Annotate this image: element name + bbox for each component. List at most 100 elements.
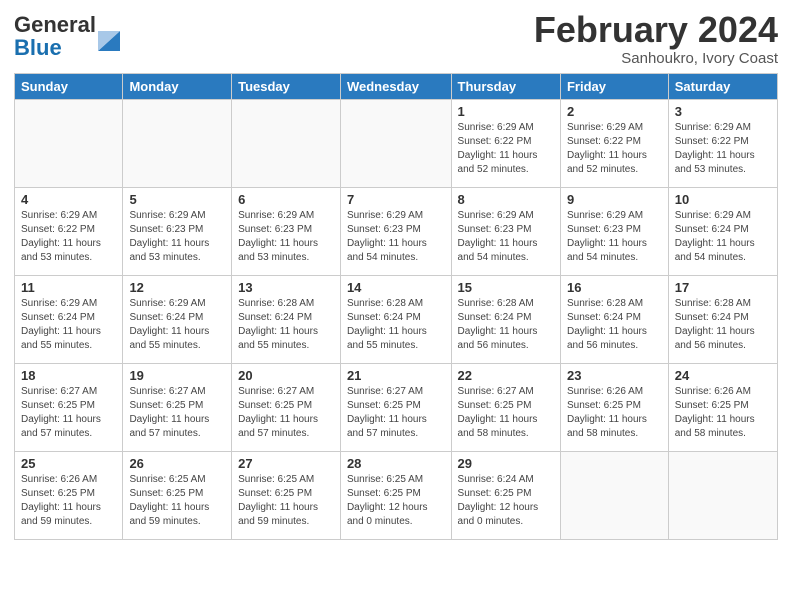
week-row-1: 1 Sunrise: 6:29 AM Sunset: 6:22 PM Daylig…: [15, 99, 778, 187]
day-info: Sunrise: 6:29 AM Sunset: 6:22 PM Dayligh…: [567, 121, 662, 177]
day-number: 17: [675, 280, 771, 295]
day-info: Sunrise: 6:27 AM Sunset: 6:25 PM Dayligh…: [21, 385, 116, 441]
day-info: Sunrise: 6:29 AM Sunset: 6:22 PM Dayligh…: [458, 121, 554, 177]
dow-header-monday: Monday: [123, 73, 232, 99]
calendar-cell: 12 Sunrise: 6:29 AM Sunset: 6:24 PM Dayli…: [123, 275, 232, 363]
day-number: 21: [347, 368, 445, 383]
calendar-cell: 10Sunrise: 6:29 AM Sunset: 6:24 PM Dayli…: [668, 187, 777, 275]
week-row-4: 18 Sunrise: 6:27 AM Sunset: 6:25 PM Dayli…: [15, 363, 778, 451]
calendar-cell: 3 Sunrise: 6:29 AM Sunset: 6:22 PM Daylig…: [668, 99, 777, 187]
day-number: 16: [567, 280, 662, 295]
day-number: 12: [129, 280, 225, 295]
day-number: 14: [347, 280, 445, 295]
dow-header-saturday: Saturday: [668, 73, 777, 99]
day-number: 13: [238, 280, 334, 295]
day-number: 8: [458, 192, 554, 207]
calendar-cell: [15, 99, 123, 187]
calendar-cell: 13 Sunrise: 6:28 AM Sunset: 6:24 PM Dayli…: [232, 275, 341, 363]
day-number: 7: [347, 192, 445, 207]
day-info: Sunrise: 6:28 AM Sunset: 6:24 PM Dayligh…: [347, 297, 445, 353]
main-title: February 2024: [534, 10, 778, 50]
calendar-cell: 24 Sunrise: 6:26 AM Sunset: 6:25 PM Dayli…: [668, 363, 777, 451]
day-number: 2: [567, 104, 662, 119]
logo: General Blue: [14, 14, 120, 60]
day-info: Sunrise: 6:29 AM Sunset: 6:23 PM Dayligh…: [347, 209, 445, 265]
calendar-cell: [123, 99, 232, 187]
day-number: 9: [567, 192, 662, 207]
day-info: Sunrise: 6:29 AM Sunset: 6:23 PM Dayligh…: [129, 209, 225, 265]
title-block: February 2024 Sanhoukro, Ivory Coast: [534, 10, 778, 67]
day-number: 18: [21, 368, 116, 383]
day-info: Sunrise: 6:24 AM Sunset: 6:25 PM Dayligh…: [458, 473, 554, 529]
calendar-cell: 22 Sunrise: 6:27 AM Sunset: 6:25 PM Dayli…: [451, 363, 560, 451]
day-number: 11: [21, 280, 116, 295]
calendar-cell: 19 Sunrise: 6:27 AM Sunset: 6:25 PM Dayli…: [123, 363, 232, 451]
calendar-cell: 5 Sunrise: 6:29 AM Sunset: 6:23 PM Daylig…: [123, 187, 232, 275]
calendar-cell: [560, 451, 668, 539]
dow-header-sunday: Sunday: [15, 73, 123, 99]
subtitle: Sanhoukro, Ivory Coast: [534, 50, 778, 67]
logo-icon: [98, 23, 120, 51]
day-number: 22: [458, 368, 554, 383]
day-info: Sunrise: 6:25 AM Sunset: 6:25 PM Dayligh…: [238, 473, 334, 529]
calendar-cell: 7 Sunrise: 6:29 AM Sunset: 6:23 PM Daylig…: [340, 187, 451, 275]
calendar-cell: 1 Sunrise: 6:29 AM Sunset: 6:22 PM Daylig…: [451, 99, 560, 187]
calendar-cell: 15 Sunrise: 6:28 AM Sunset: 6:24 PM Dayli…: [451, 275, 560, 363]
day-info: Sunrise: 6:25 AM Sunset: 6:25 PM Dayligh…: [347, 473, 445, 529]
day-number: 28: [347, 456, 445, 471]
day-number: 29: [458, 456, 554, 471]
day-info: Sunrise: 6:29 AM Sunset: 6:24 PM Dayligh…: [129, 297, 225, 353]
day-number: 6: [238, 192, 334, 207]
dow-header-tuesday: Tuesday: [232, 73, 341, 99]
calendar: SundayMondayTuesdayWednesdayThursdayFrid…: [14, 73, 778, 540]
logo-text: General Blue: [14, 12, 96, 60]
day-info: Sunrise: 6:26 AM Sunset: 6:25 PM Dayligh…: [21, 473, 116, 529]
day-info: Sunrise: 6:27 AM Sunset: 6:25 PM Dayligh…: [238, 385, 334, 441]
day-info: Sunrise: 6:29 AM Sunset: 6:22 PM Dayligh…: [675, 121, 771, 177]
day-number: 20: [238, 368, 334, 383]
calendar-cell: 18 Sunrise: 6:27 AM Sunset: 6:25 PM Dayli…: [15, 363, 123, 451]
day-info: Sunrise: 6:28 AM Sunset: 6:24 PM Dayligh…: [567, 297, 662, 353]
day-info: Sunrise: 6:29 AM Sunset: 6:22 PM Dayligh…: [21, 209, 116, 265]
week-row-2: 4 Sunrise: 6:29 AM Sunset: 6:22 PM Daylig…: [15, 187, 778, 275]
day-number: 26: [129, 456, 225, 471]
calendar-cell: 6 Sunrise: 6:29 AM Sunset: 6:23 PM Daylig…: [232, 187, 341, 275]
day-info: Sunrise: 6:27 AM Sunset: 6:25 PM Dayligh…: [129, 385, 225, 441]
day-number: 23: [567, 368, 662, 383]
calendar-cell: 25Sunrise: 6:26 AM Sunset: 6:25 PM Dayli…: [15, 451, 123, 539]
day-info: Sunrise: 6:29 AM Sunset: 6:23 PM Dayligh…: [458, 209, 554, 265]
calendar-cell: 17 Sunrise: 6:28 AM Sunset: 6:24 PM Dayli…: [668, 275, 777, 363]
calendar-cell: 11 Sunrise: 6:29 AM Sunset: 6:24 PM Dayli…: [15, 275, 123, 363]
calendar-cell: 2 Sunrise: 6:29 AM Sunset: 6:22 PM Daylig…: [560, 99, 668, 187]
dow-header-wednesday: Wednesday: [340, 73, 451, 99]
day-info: Sunrise: 6:26 AM Sunset: 6:25 PM Dayligh…: [675, 385, 771, 441]
calendar-cell: 14 Sunrise: 6:28 AM Sunset: 6:24 PM Dayli…: [340, 275, 451, 363]
day-info: Sunrise: 6:28 AM Sunset: 6:24 PM Dayligh…: [458, 297, 554, 353]
day-number: 27: [238, 456, 334, 471]
day-info: Sunrise: 6:27 AM Sunset: 6:25 PM Dayligh…: [458, 385, 554, 441]
calendar-cell: 23Sunrise: 6:26 AM Sunset: 6:25 PM Dayli…: [560, 363, 668, 451]
day-info: Sunrise: 6:28 AM Sunset: 6:24 PM Dayligh…: [675, 297, 771, 353]
calendar-cell: 8 Sunrise: 6:29 AM Sunset: 6:23 PM Daylig…: [451, 187, 560, 275]
day-info: Sunrise: 6:28 AM Sunset: 6:24 PM Dayligh…: [238, 297, 334, 353]
day-number: 15: [458, 280, 554, 295]
day-number: 19: [129, 368, 225, 383]
calendar-cell: 21Sunrise: 6:27 AM Sunset: 6:25 PM Dayli…: [340, 363, 451, 451]
calendar-cell: 27 Sunrise: 6:25 AM Sunset: 6:25 PM Dayli…: [232, 451, 341, 539]
day-number: 4: [21, 192, 116, 207]
day-info: Sunrise: 6:29 AM Sunset: 6:23 PM Dayligh…: [238, 209, 334, 265]
calendar-cell: 9 Sunrise: 6:29 AM Sunset: 6:23 PM Daylig…: [560, 187, 668, 275]
day-info: Sunrise: 6:29 AM Sunset: 6:24 PM Dayligh…: [21, 297, 116, 353]
day-number: 3: [675, 104, 771, 119]
day-number: 1: [458, 104, 554, 119]
day-number: 24: [675, 368, 771, 383]
calendar-cell: [668, 451, 777, 539]
day-info: Sunrise: 6:29 AM Sunset: 6:24 PM Dayligh…: [675, 209, 771, 265]
days-of-week-row: SundayMondayTuesdayWednesdayThursdayFrid…: [15, 73, 778, 99]
day-info: Sunrise: 6:29 AM Sunset: 6:23 PM Dayligh…: [567, 209, 662, 265]
calendar-cell: 29 Sunrise: 6:24 AM Sunset: 6:25 PM Dayli…: [451, 451, 560, 539]
calendar-cell: [232, 99, 341, 187]
calendar-cell: 28 Sunrise: 6:25 AM Sunset: 6:25 PM Dayli…: [340, 451, 451, 539]
calendar-cell: 16 Sunrise: 6:28 AM Sunset: 6:24 PM Dayli…: [560, 275, 668, 363]
day-number: 5: [129, 192, 225, 207]
